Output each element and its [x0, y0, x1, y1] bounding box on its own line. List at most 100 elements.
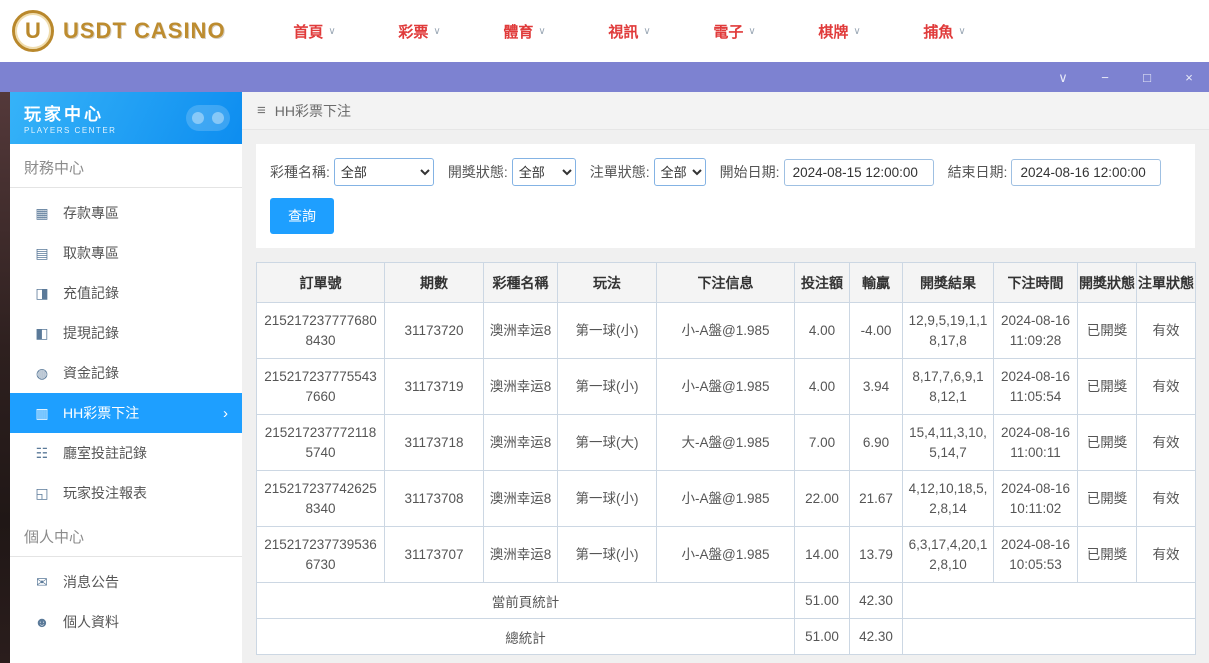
sidebar-item-recharge-records[interactable]: ◨ 充值記錄 — [10, 273, 242, 313]
topnav-item-label: 視訊 — [608, 21, 638, 42]
cell-bet-time: 2024-08-16 11:09:28 — [994, 303, 1078, 359]
cell-bet-info: 大-A盤@1.985 — [657, 415, 795, 471]
sidebar-item-funds-records[interactable]: ◍ 資金記錄 — [10, 353, 242, 393]
titlebar-dropdown-button[interactable]: ∨ — [1055, 71, 1071, 84]
brand-name: USDT CASINO — [63, 18, 226, 44]
titlebar-minimize-button[interactable]: − — [1097, 71, 1113, 84]
brand-logo[interactable]: U USDT CASINO — [0, 10, 250, 52]
sidebar-item-label: 消息公告 — [63, 572, 119, 592]
sidebar-item-announcements[interactable]: ✉ 消息公告 — [10, 562, 242, 602]
topnav-item-label: 彩票 — [398, 21, 428, 42]
cell-bet-amount: 22.00 — [795, 471, 850, 527]
table-row: 2152172377755437660 31173719 澳洲幸运8 第一球(小… — [257, 359, 1196, 415]
sidebar-item-label: 資金記錄 — [63, 363, 119, 383]
sidebar-item-withdraw-area[interactable]: ▤ 取款專區 — [10, 233, 242, 273]
cell-order-status: 有效 — [1137, 303, 1196, 359]
order-status-label: 注單狀態: — [590, 162, 650, 182]
cell-period: 31173720 — [385, 303, 484, 359]
sidebar-item-profile[interactable]: ☻ 個人資料 — [10, 602, 242, 642]
window-titlebar: ∨ − □ × — [0, 62, 1209, 92]
column-header: 期數 — [385, 263, 484, 303]
grand-total-winloss: 42.30 — [850, 619, 903, 655]
grand-total-label: 總統計 — [257, 619, 795, 655]
page-total-empty — [903, 583, 1196, 619]
sidebar-item-label: 提現記錄 — [63, 323, 119, 343]
cell-draw-status: 已開獎 — [1078, 527, 1137, 583]
order-status-select[interactable]: 全部 — [654, 158, 706, 186]
topnav-item-slots[interactable]: 電子 ∨ — [682, 21, 787, 42]
filter-panel: 彩種名稱: 全部 開獎狀態: 全部 注單狀態: 全部 — [256, 144, 1195, 248]
sidebar-item-icon: ✉ — [34, 574, 50, 591]
grand-total-empty — [903, 619, 1196, 655]
cell-lottery-name: 澳洲幸运8 — [484, 303, 558, 359]
topnav-item-card-games[interactable]: 棋牌 ∨ — [787, 21, 892, 42]
topnav-item-lottery[interactable]: 彩票 ∨ — [367, 21, 472, 42]
end-date-input[interactable] — [1011, 159, 1161, 186]
topnav-item-sports[interactable]: 體育 ∨ — [472, 21, 577, 42]
chevron-down-icon: ∨ — [748, 26, 755, 37]
sidebar-item-room-bet-records[interactable]: ☷ 廳室投註記錄 — [10, 433, 242, 473]
sidebar-item-player-bet-report[interactable]: ◱ 玩家投注報表 — [10, 473, 242, 513]
sidebar-item-icon: ◍ — [34, 365, 50, 382]
sidebar-item-hh-lottery-bets[interactable]: ▥ HH彩票下注 › — [10, 393, 242, 433]
cell-play-type: 第一球(大) — [558, 415, 657, 471]
sidebar-item-label: 存款專區 — [63, 203, 119, 223]
chevron-down-icon: ∨ — [433, 26, 440, 37]
table-row: 2152172377776808430 31173720 澳洲幸运8 第一球(小… — [257, 303, 1196, 359]
titlebar-maximize-button[interactable]: □ — [1139, 71, 1155, 84]
cell-draw-status: 已開獎 — [1078, 471, 1137, 527]
sidebar-item-withdrawal-records[interactable]: ◧ 提現記錄 — [10, 313, 242, 353]
cell-period: 31173707 — [385, 527, 484, 583]
topnav-item-label: 電子 — [713, 21, 743, 42]
background-page-edge — [0, 92, 10, 663]
sidebar-header: 玩家中心 PLAYERS CENTER — [10, 92, 242, 144]
titlebar-close-button[interactable]: × — [1181, 71, 1197, 84]
page-total-label: 當前頁統計 — [257, 583, 795, 619]
sidebar-item-icon: ☷ — [34, 445, 50, 462]
topnav-item-label: 體育 — [503, 21, 533, 42]
cell-lottery-name: 澳洲幸运8 — [484, 471, 558, 527]
cell-draw-status: 已開獎 — [1078, 303, 1137, 359]
topnav-item-live-video[interactable]: 視訊 ∨ — [577, 21, 682, 42]
hamburger-icon[interactable]: ≡ — [257, 102, 266, 119]
cell-win-loss: 3.94 — [850, 359, 903, 415]
cell-order-status: 有效 — [1137, 527, 1196, 583]
topnav-item-label: 首頁 — [293, 21, 323, 42]
sidebar-item-icon: ▥ — [34, 405, 50, 422]
bets-table: 訂單號 期數 彩種名稱 玩法 下注信息 投注額 輸贏 — [256, 262, 1196, 655]
cell-draw-result: 4,12,10,18,5,2,8,14 — [903, 471, 994, 527]
cell-draw-result: 8,17,7,6,9,18,12,1 — [903, 359, 994, 415]
sidebar-item-label: 取款專區 — [63, 243, 119, 263]
cell-win-loss: 21.67 — [850, 471, 903, 527]
main-panel: ≡ HH彩票下注 彩種名稱: 全部 開獎狀態: 全部 注 — [242, 92, 1209, 663]
topnav-item-label: 棋牌 — [818, 21, 848, 42]
cell-lottery-name: 澳洲幸运8 — [484, 415, 558, 471]
column-header: 下注時間 — [994, 263, 1078, 303]
cell-play-type: 第一球(小) — [558, 527, 657, 583]
sidebar-item-label: 充值記錄 — [63, 283, 119, 303]
sidebar-item-deposit-area[interactable]: ▦ 存款專區 — [10, 193, 242, 233]
column-header: 彩種名稱 — [484, 263, 558, 303]
cell-bet-time: 2024-08-16 10:11:02 — [994, 471, 1078, 527]
table-body: 2152172377776808430 31173720 澳洲幸运8 第一球(小… — [257, 303, 1196, 583]
cell-bet-info: 小-A盤@1.985 — [657, 527, 795, 583]
chevron-down-icon: ∨ — [853, 26, 860, 37]
cell-period: 31173718 — [385, 415, 484, 471]
sidebar-item-label: 廳室投註記錄 — [63, 443, 147, 463]
search-button[interactable]: 查詢 — [270, 198, 334, 234]
cell-bet-time: 2024-08-16 11:05:54 — [994, 359, 1078, 415]
gamepad-icon — [186, 105, 230, 131]
column-header: 投注額 — [795, 263, 850, 303]
table-row: 2152172377721185740 31173718 澳洲幸运8 第一球(大… — [257, 415, 1196, 471]
topnav-item-fishing[interactable]: 捕魚 ∨ — [892, 21, 997, 42]
draw-status-select[interactable]: 全部 — [512, 158, 576, 186]
topnav-item-label: 捕魚 — [923, 21, 953, 42]
breadcrumb: ≡ HH彩票下注 — [242, 92, 1209, 130]
cell-order-no: 2152172377755437660 — [257, 359, 385, 415]
column-header: 開獎狀態 — [1078, 263, 1137, 303]
sidebar-item-label: 玩家投注報表 — [63, 483, 147, 503]
start-date-input[interactable] — [784, 159, 934, 186]
topnav-item-home[interactable]: 首頁 ∨ — [262, 21, 367, 42]
cell-lottery-name: 澳洲幸运8 — [484, 359, 558, 415]
lottery-name-select[interactable]: 全部 — [334, 158, 434, 186]
